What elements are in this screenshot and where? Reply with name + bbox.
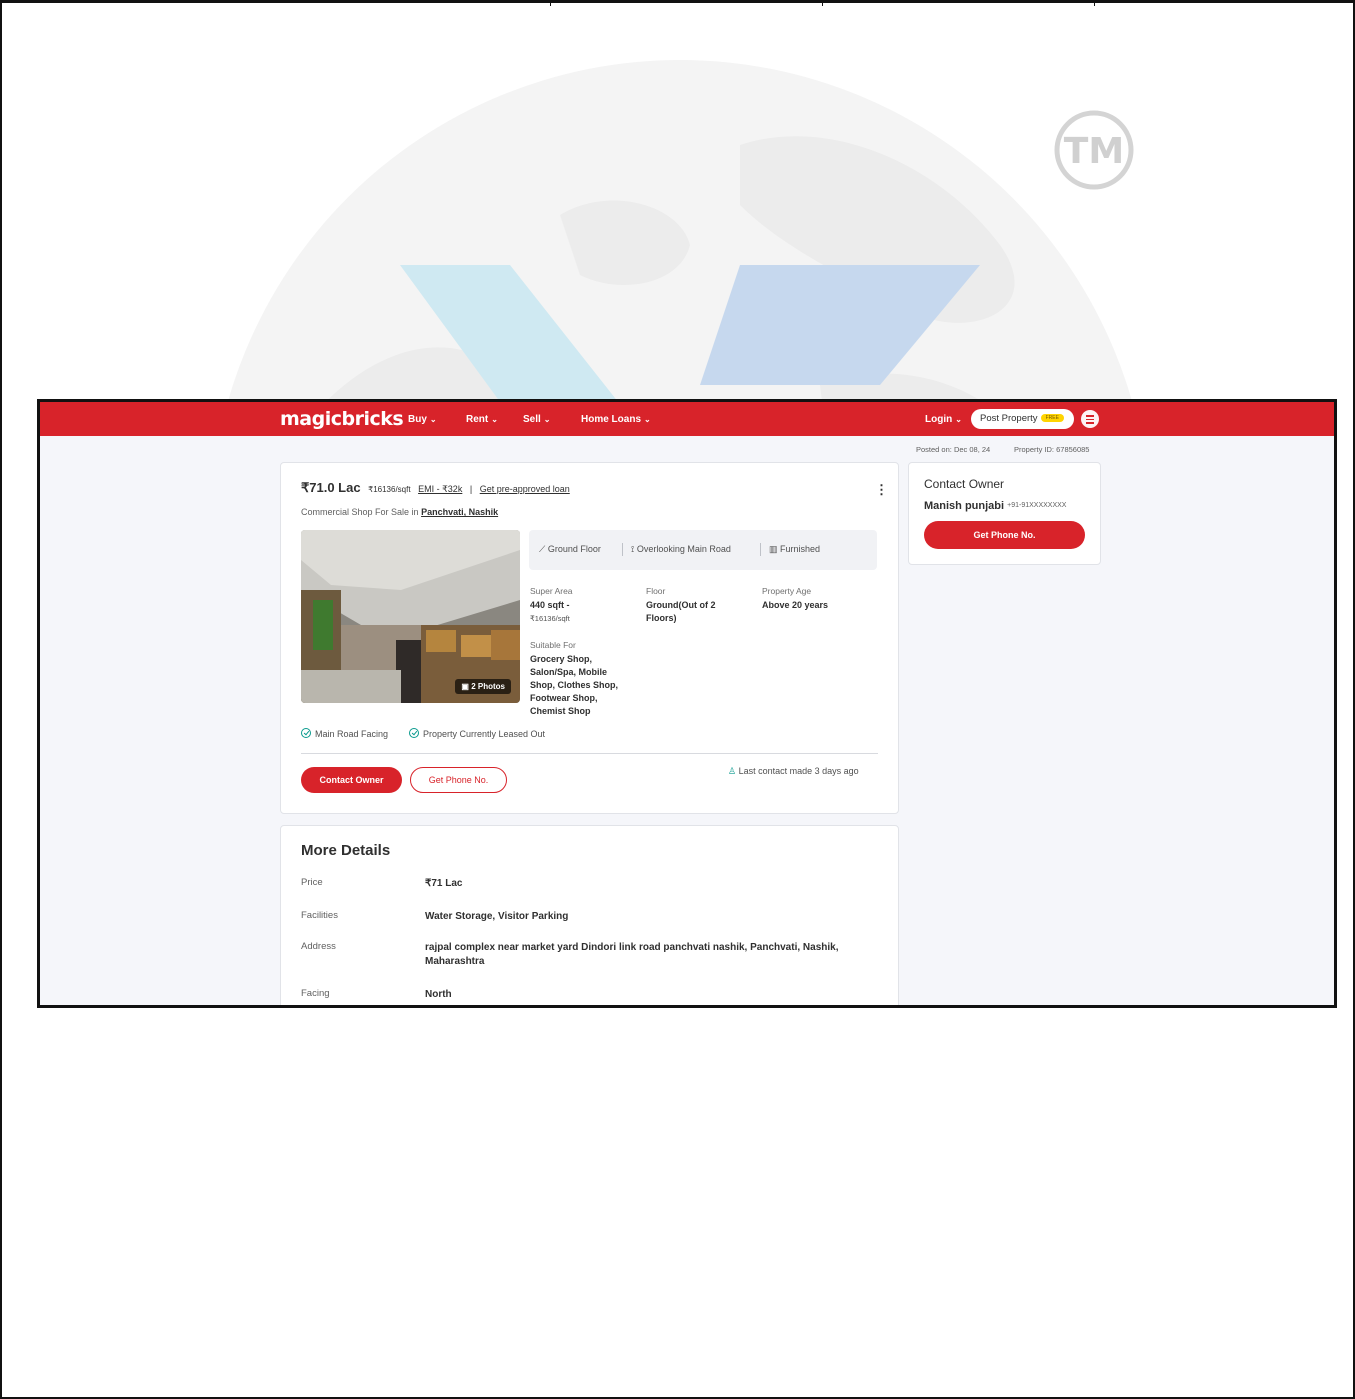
super-area-label: Super Area — [530, 586, 573, 596]
property-age-value: Above 20 years — [762, 600, 829, 610]
gallery-icon: ▣ — [461, 682, 469, 691]
listing-price: ₹71.0 Lac — [301, 480, 361, 495]
summary-bar: ⟋ Ground Floor ⟟ Overlooking Main Road ▥… — [529, 530, 877, 570]
card-divider — [301, 753, 878, 754]
post-property-button[interactable]: Post Property FREE — [971, 409, 1074, 429]
summary-divider — [622, 543, 623, 556]
chevron-down-icon: ⌄ — [491, 415, 498, 424]
nav-home-loans[interactable]: Home Loans ⌄ — [581, 414, 651, 425]
last-contact-text: Last contact made 3 days ago — [738, 766, 859, 776]
screenshot-panel: magicbricks Buy ⌄ Rent ⌄ Sell ⌄ Home Loans ⌄… — [37, 399, 1337, 1008]
nav-rent[interactable]: Rent ⌄ — [466, 414, 498, 425]
detail-facing-label: Facing — [301, 988, 330, 999]
summary-floor: ⟋ Ground Floor — [539, 544, 601, 555]
posted-on-date: Posted on: Dec 08, 24 — [916, 445, 991, 454]
nav-buy[interactable]: Buy ⌄ — [408, 414, 437, 425]
nav-rent-label: Rent — [466, 414, 489, 425]
last-contact-info: ♙ Last contact made 3 days ago — [728, 766, 859, 777]
floor-value: Ground(Out of 2 Floors) — [646, 600, 716, 623]
chevron-down-icon: ⌄ — [429, 415, 437, 424]
price-line: ₹71.0 Lac ₹16136/sqft EMI - ₹32k | Get p… — [301, 480, 570, 496]
summary-divider — [760, 543, 761, 556]
trademark-symbol: TM — [1064, 131, 1124, 172]
super-area-rate: ₹16136/sqft — [530, 614, 570, 623]
property-id: Property ID: 67856085 — [1014, 445, 1090, 454]
listing-type: Commercial Shop For Sale in — [301, 507, 419, 517]
furniture-icon: ▥ — [769, 544, 778, 554]
road-icon: ⟟ — [631, 544, 635, 554]
more-options-icon[interactable]: ⋮ — [875, 482, 888, 498]
detail-facing-value: North — [425, 989, 452, 1000]
login-label: Login — [925, 414, 953, 425]
nav-sell[interactable]: Sell ⌄ — [523, 414, 551, 425]
owner-masked-phone: +91-91XXXXXXXX — [1007, 502, 1067, 509]
locality-link[interactable]: Panchvati, Nashik — [421, 507, 498, 517]
top-navbar: magicbricks Buy ⌄ Rent ⌄ Sell ⌄ Home Loans ⌄… — [40, 402, 1334, 436]
contact-get-phone-button[interactable]: Get Phone No. — [924, 521, 1085, 549]
tag-main-road-facing: Main Road Facing — [301, 728, 388, 739]
nav-sell-label: Sell — [523, 414, 541, 425]
check-circle-icon — [301, 728, 311, 738]
chevron-down-icon: ⌄ — [543, 415, 551, 424]
listing-subtitle: Commercial Shop For Sale in Panchvati, N… — [301, 507, 498, 517]
detail-facilities-label: Facilities — [301, 910, 338, 921]
photos-count: 2 Photos — [471, 682, 505, 691]
emi-link[interactable]: EMI - ₹32k — [418, 484, 462, 494]
tag-main-road-facing-label: Main Road Facing — [315, 729, 389, 739]
tag-leased-out: Property Currently Leased Out — [409, 728, 545, 739]
free-badge: FREE — [1040, 414, 1064, 422]
login-menu[interactable]: Login ⌄ — [925, 414, 962, 425]
nav-home-loans-label: Home Loans — [581, 414, 642, 425]
property-photo[interactable]: ▣ 2 Photos — [301, 530, 520, 703]
super-area-value: 440 sqft - ₹16136/sqft — [530, 599, 630, 625]
more-details-card: More Details Price ₹71 Lac Facilities Wa… — [280, 825, 899, 1005]
hamburger-menu-icon[interactable] — [1081, 410, 1099, 428]
contact-owner-button[interactable]: Contact Owner — [301, 767, 402, 793]
user-icon: ♙ — [728, 766, 737, 776]
property-age-label: Property Age — [762, 586, 812, 596]
summary-overlooking: ⟟ Overlooking Main Road — [631, 544, 731, 555]
more-details-title: More Details — [301, 842, 391, 859]
super-area-sqft: 440 sqft - — [530, 600, 570, 610]
nav-buy-label: Buy — [408, 414, 427, 425]
magicbricks-logo[interactable]: magicbricks — [280, 408, 404, 430]
listing-card: ₹71.0 Lac ₹16136/sqft EMI - ₹32k | Get p… — [280, 462, 899, 814]
detail-facilities-value: Water Storage, Visitor Parking — [425, 911, 569, 922]
get-phone-button[interactable]: Get Phone No. — [410, 767, 507, 793]
post-property-label: Post Property — [980, 413, 1038, 424]
detail-price-label: Price — [301, 877, 323, 888]
chevron-down-icon: ⌄ — [955, 415, 962, 424]
pre-approved-loan-link[interactable]: Get pre-approved loan — [480, 484, 570, 494]
chevron-down-icon: ⌄ — [644, 415, 651, 424]
summary-furnished: ▥ Furnished — [769, 544, 820, 555]
suitable-for-label: Suitable For — [530, 640, 576, 650]
summary-floor-label: Ground Floor — [547, 544, 601, 554]
owner-name: Manish punjabi — [924, 500, 1005, 512]
check-circle-icon — [409, 728, 419, 738]
detail-address-label: Address — [301, 941, 336, 952]
contact-owner-card: Contact Owner Manish punjabi +91-91XXXXX… — [908, 462, 1101, 565]
tag-leased-out-label: Property Currently Leased Out — [423, 729, 546, 739]
price-separator: | — [469, 484, 473, 494]
stairs-icon: ⟋ — [539, 544, 546, 554]
detail-price-value: ₹71 Lac — [425, 878, 463, 889]
contact-owner-title: Contact Owner — [924, 477, 1005, 491]
summary-furnished-label: Furnished — [780, 544, 821, 554]
photos-count-badge[interactable]: ▣ 2 Photos — [455, 679, 511, 694]
suitable-for-value: Grocery Shop, Salon/Spa, Mobile Shop, Cl… — [530, 654, 618, 716]
detail-address-value: rajpal complex near market yard Dindori … — [425, 942, 839, 967]
price-per-sqft: ₹16136/sqft — [368, 485, 411, 494]
shop-interior-image — [301, 530, 520, 703]
floor-label: Floor — [646, 586, 666, 596]
summary-overlooking-label: Overlooking Main Road — [636, 544, 731, 554]
owner-name-line: Manish punjabi +91-91XXXXXXXX — [924, 500, 1066, 512]
